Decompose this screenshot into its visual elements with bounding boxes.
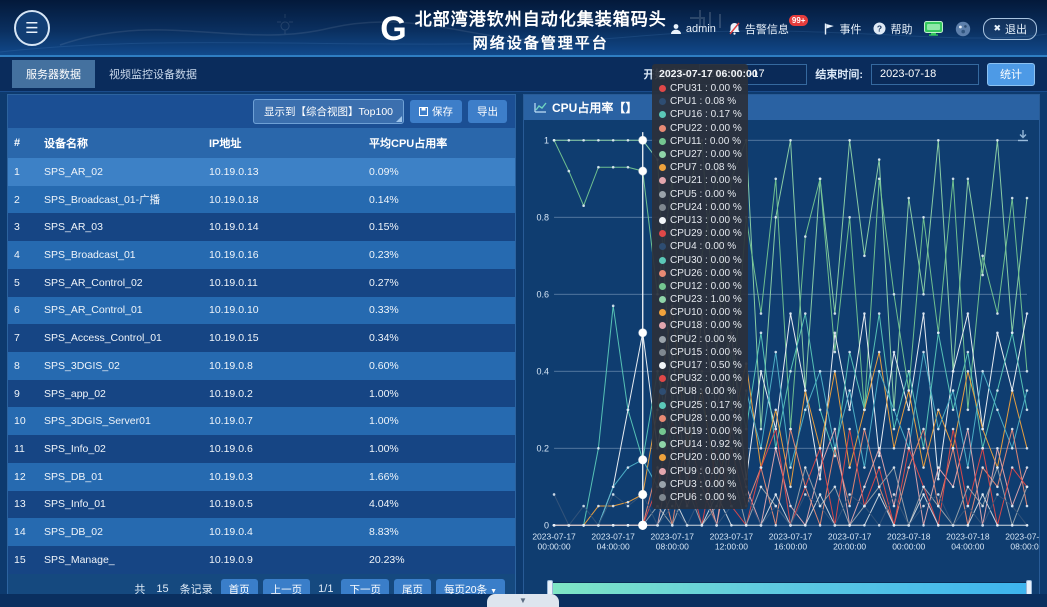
end-date-input[interactable] [871,64,979,85]
svg-text:2023-07-17: 2023-07-17 [769,531,813,541]
device-list-toolbar: 显示到【综合视图】Top100 保存 导出 [8,95,515,128]
filter-bar: 服务器数据 视频监控设备数据 开始时间: 结束时间: 统计 [0,57,1047,92]
logout-button[interactable]: ✖ 退出 [983,18,1037,40]
monitor-icon [924,21,943,36]
logout-label: 退出 [1005,21,1027,37]
user-icon [670,23,682,35]
theme-button[interactable] [955,21,971,37]
svg-text:2023-07-17: 2023-07-17 [828,531,872,541]
table-row[interactable]: 6SPS_AR_Control_0110.19.0.100.33% [8,297,515,325]
svg-text:0.8: 0.8 [537,212,550,222]
table-row[interactable]: 13SPS_Info_0110.19.0.54.04% [8,491,515,519]
chevron-down-icon: ▼ [519,596,527,605]
table-row[interactable]: 11SPS_Info_0210.19.0.61.00% [8,435,515,463]
table-row[interactable]: 8SPS_3DGIS_0210.19.0.80.60% [8,352,515,380]
table-row[interactable]: 2SPS_Broadcast_01-广播10.19.0.180.14% [8,186,515,214]
svg-text:0.4: 0.4 [537,366,550,376]
date-filter-group: 开始时间: 结束时间: 统计 [644,63,1035,86]
table-row[interactable]: 14SPS_DB_0210.19.0.48.83% [8,518,515,546]
tab-video-device-data[interactable]: 视频监控设备数据 [95,60,211,88]
svg-text:08:00:00: 08:00:00 [1010,542,1039,552]
col-header-device-name: 设备名称 [38,128,203,158]
table-row[interactable]: 15SPS_Manage_10.19.0.920.23% [8,546,515,574]
table-row[interactable]: 4SPS_Broadcast_0110.19.0.160.23% [8,241,515,269]
user-menu[interactable]: admin [670,23,716,35]
main-content: 显示到【综合视图】Top100 保存 导出 # 设备名称 IP地址 平均CPU占… [0,92,1047,605]
svg-text:08:00:00: 08:00:00 [656,542,689,552]
table-row[interactable]: 3SPS_AR_0310.19.0.140.15% [8,213,515,241]
save-button[interactable]: 保存 [410,100,462,123]
col-header-ip: IP地址 [203,128,363,158]
app-header: ☰ G 北部湾港钦州自动化集装箱码头 网络设备管理平台 admin 告警信息 9… [0,0,1047,57]
svg-text:2023-07-17: 2023-07-17 [591,531,635,541]
svg-text:2023-07-18: 2023-07-18 [946,531,990,541]
user-name: admin [686,23,716,35]
alarm-badge: 99+ [789,15,809,26]
help-label: 帮助 [890,21,912,37]
svg-text:2023-07-17: 2023-07-17 [532,531,576,541]
cpu-chart-panel: CPU占用率【】 00.20.40.60.812023-07-1700:00:0… [523,94,1040,605]
svg-text:20:00:00: 20:00:00 [833,542,866,552]
download-icon[interactable] [1015,128,1031,144]
palette-icon [955,21,971,37]
alarm-bell-icon [728,22,741,35]
svg-text:0.2: 0.2 [537,443,550,453]
svg-text:?: ? [877,23,882,33]
collapse-panel-tab[interactable]: ▼ [487,594,559,607]
table-row[interactable]: 12SPS_DB_0110.19.0.31.66% [8,463,515,491]
device-table: # 设备名称 IP地址 平均CPU占用率 1SPS_AR_0210.19.0.1… [8,128,515,574]
col-header-avg-cpu: 平均CPU占用率 [363,128,515,158]
alarm-menu[interactable]: 告警信息 99+ [728,21,813,37]
svg-text:0.6: 0.6 [537,289,550,299]
table-row[interactable]: 7SPS_Access_Control_0110.19.0.150.34% [8,324,515,352]
start-time-label: 开始时间: [644,66,692,82]
svg-text:12:00:00: 12:00:00 [715,542,748,552]
hamburger-icon: ☰ [25,19,38,37]
app-window: ☰ G 北部湾港钦州自动化集装箱码头 网络设备管理平台 admin 告警信息 9… [0,0,1047,607]
table-row[interactable]: 10SPS_3DGIS_Server0110.19.0.71.00% [8,407,515,435]
alarm-label: 告警信息 [745,21,789,37]
header-toolbar: admin 告警信息 99+ 事件 ? 帮助 ✖ [670,0,1037,57]
event-label: 事件 [839,21,861,37]
svg-text:0: 0 [544,520,549,530]
screen-button[interactable] [924,21,943,36]
chart-title: CPU占用率【】 [552,99,637,116]
view-select[interactable]: 显示到【综合视图】Top100 [253,99,404,124]
hamburger-menu-button[interactable]: ☰ [14,10,50,46]
export-button[interactable]: 导出 [468,100,507,123]
svg-text:2023-07-18: 2023-07-18 [1005,531,1039,541]
table-header-row: # 设备名称 IP地址 平均CPU占用率 [8,128,515,158]
help-icon: ? [873,22,886,35]
tab-server-data[interactable]: 服务器数据 [12,60,95,88]
chart-header: CPU占用率【】 [524,95,1039,120]
chart-body: 00.20.40.60.812023-07-1700:00:002023-07-… [524,120,1039,581]
svg-text:2023-07-17: 2023-07-17 [710,531,754,541]
statistics-button[interactable]: 统计 [987,63,1035,86]
svg-text:00:00:00: 00:00:00 [538,542,571,552]
table-row[interactable]: 5SPS_AR_Control_0210.19.0.110.27% [8,269,515,297]
svg-text:04:00:00: 04:00:00 [597,542,630,552]
cpu-usage-chart[interactable]: 00.20.40.60.812023-07-1700:00:002023-07-… [524,120,1039,581]
help-menu[interactable]: ? 帮助 [873,21,912,37]
flag-icon [824,23,835,35]
end-time-label: 结束时间: [815,66,863,82]
svg-text:1: 1 [544,135,549,145]
table-row[interactable]: 1SPS_AR_0210.19.0.130.09% [8,158,515,186]
line-chart-icon [534,102,547,113]
device-list-panel: 显示到【综合视图】Top100 保存 导出 # 设备名称 IP地址 平均CPU占… [7,94,516,605]
close-icon: ✖ [993,23,1001,34]
device-table-body: 1SPS_AR_0210.19.0.130.09%2SPS_Broadcast_… [8,158,515,574]
table-row[interactable]: 9SPS_app_0210.19.0.21.00% [8,380,515,408]
col-header-index: # [8,128,38,158]
svg-text:2023-07-18: 2023-07-18 [887,531,931,541]
svg-text:04:00:00: 04:00:00 [951,542,984,552]
save-icon [419,107,428,116]
svg-text:2023-07-17: 2023-07-17 [651,531,695,541]
event-menu[interactable]: 事件 [824,21,861,37]
svg-text:00:00:00: 00:00:00 [892,542,925,552]
start-date-input[interactable] [699,64,807,85]
svg-text:16:00:00: 16:00:00 [774,542,807,552]
